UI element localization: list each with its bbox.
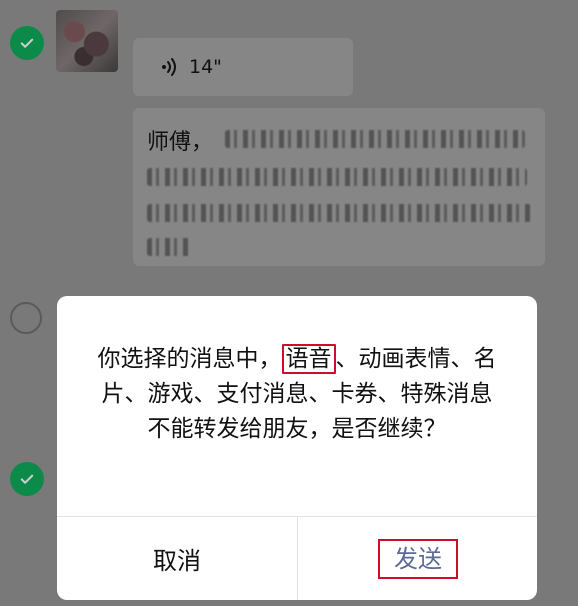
selected-check-icon[interactable] bbox=[10, 26, 44, 60]
unselected-check-icon[interactable] bbox=[10, 302, 42, 334]
text-message-lead: 师傅， bbox=[147, 130, 214, 155]
checkmark-icon bbox=[20, 474, 34, 484]
checkmark-icon bbox=[20, 38, 34, 48]
blurred-text-line bbox=[225, 130, 525, 148]
send-button[interactable]: 发送 bbox=[298, 517, 537, 600]
blurred-text-line bbox=[147, 238, 191, 256]
voice-message-bubble[interactable]: 14" bbox=[133, 38, 353, 96]
blurred-text-line bbox=[147, 168, 527, 186]
sender-name-blurred bbox=[138, 14, 218, 30]
cancel-button-label: 取消 bbox=[153, 547, 201, 575]
text-message-bubble[interactable]: 师傅， bbox=[133, 108, 545, 266]
dialog-message-highlight: 语音 bbox=[281, 344, 336, 374]
selected-check-icon[interactable] bbox=[10, 462, 44, 496]
sender-avatar bbox=[56, 10, 118, 72]
cancel-button[interactable]: 取消 bbox=[57, 517, 297, 600]
send-button-label: 发送 bbox=[378, 538, 458, 579]
blurred-text-line bbox=[147, 204, 531, 222]
forward-warning-dialog: 你选择的消息中， 语音 、动画表情、名片、游戏、支付消息、卡券、特殊消息不能转发给朋… bbox=[57, 296, 537, 600]
voice-wave-icon bbox=[162, 58, 176, 76]
voice-duration: 14" bbox=[189, 56, 222, 78]
dialog-message: 你选择的消息中， 语音 、动画表情、名片、游戏、支付消息、卡券、特殊消息不能转发给朋… bbox=[97, 342, 497, 447]
dialog-message-part1: 你选择的消息中， bbox=[97, 346, 282, 372]
